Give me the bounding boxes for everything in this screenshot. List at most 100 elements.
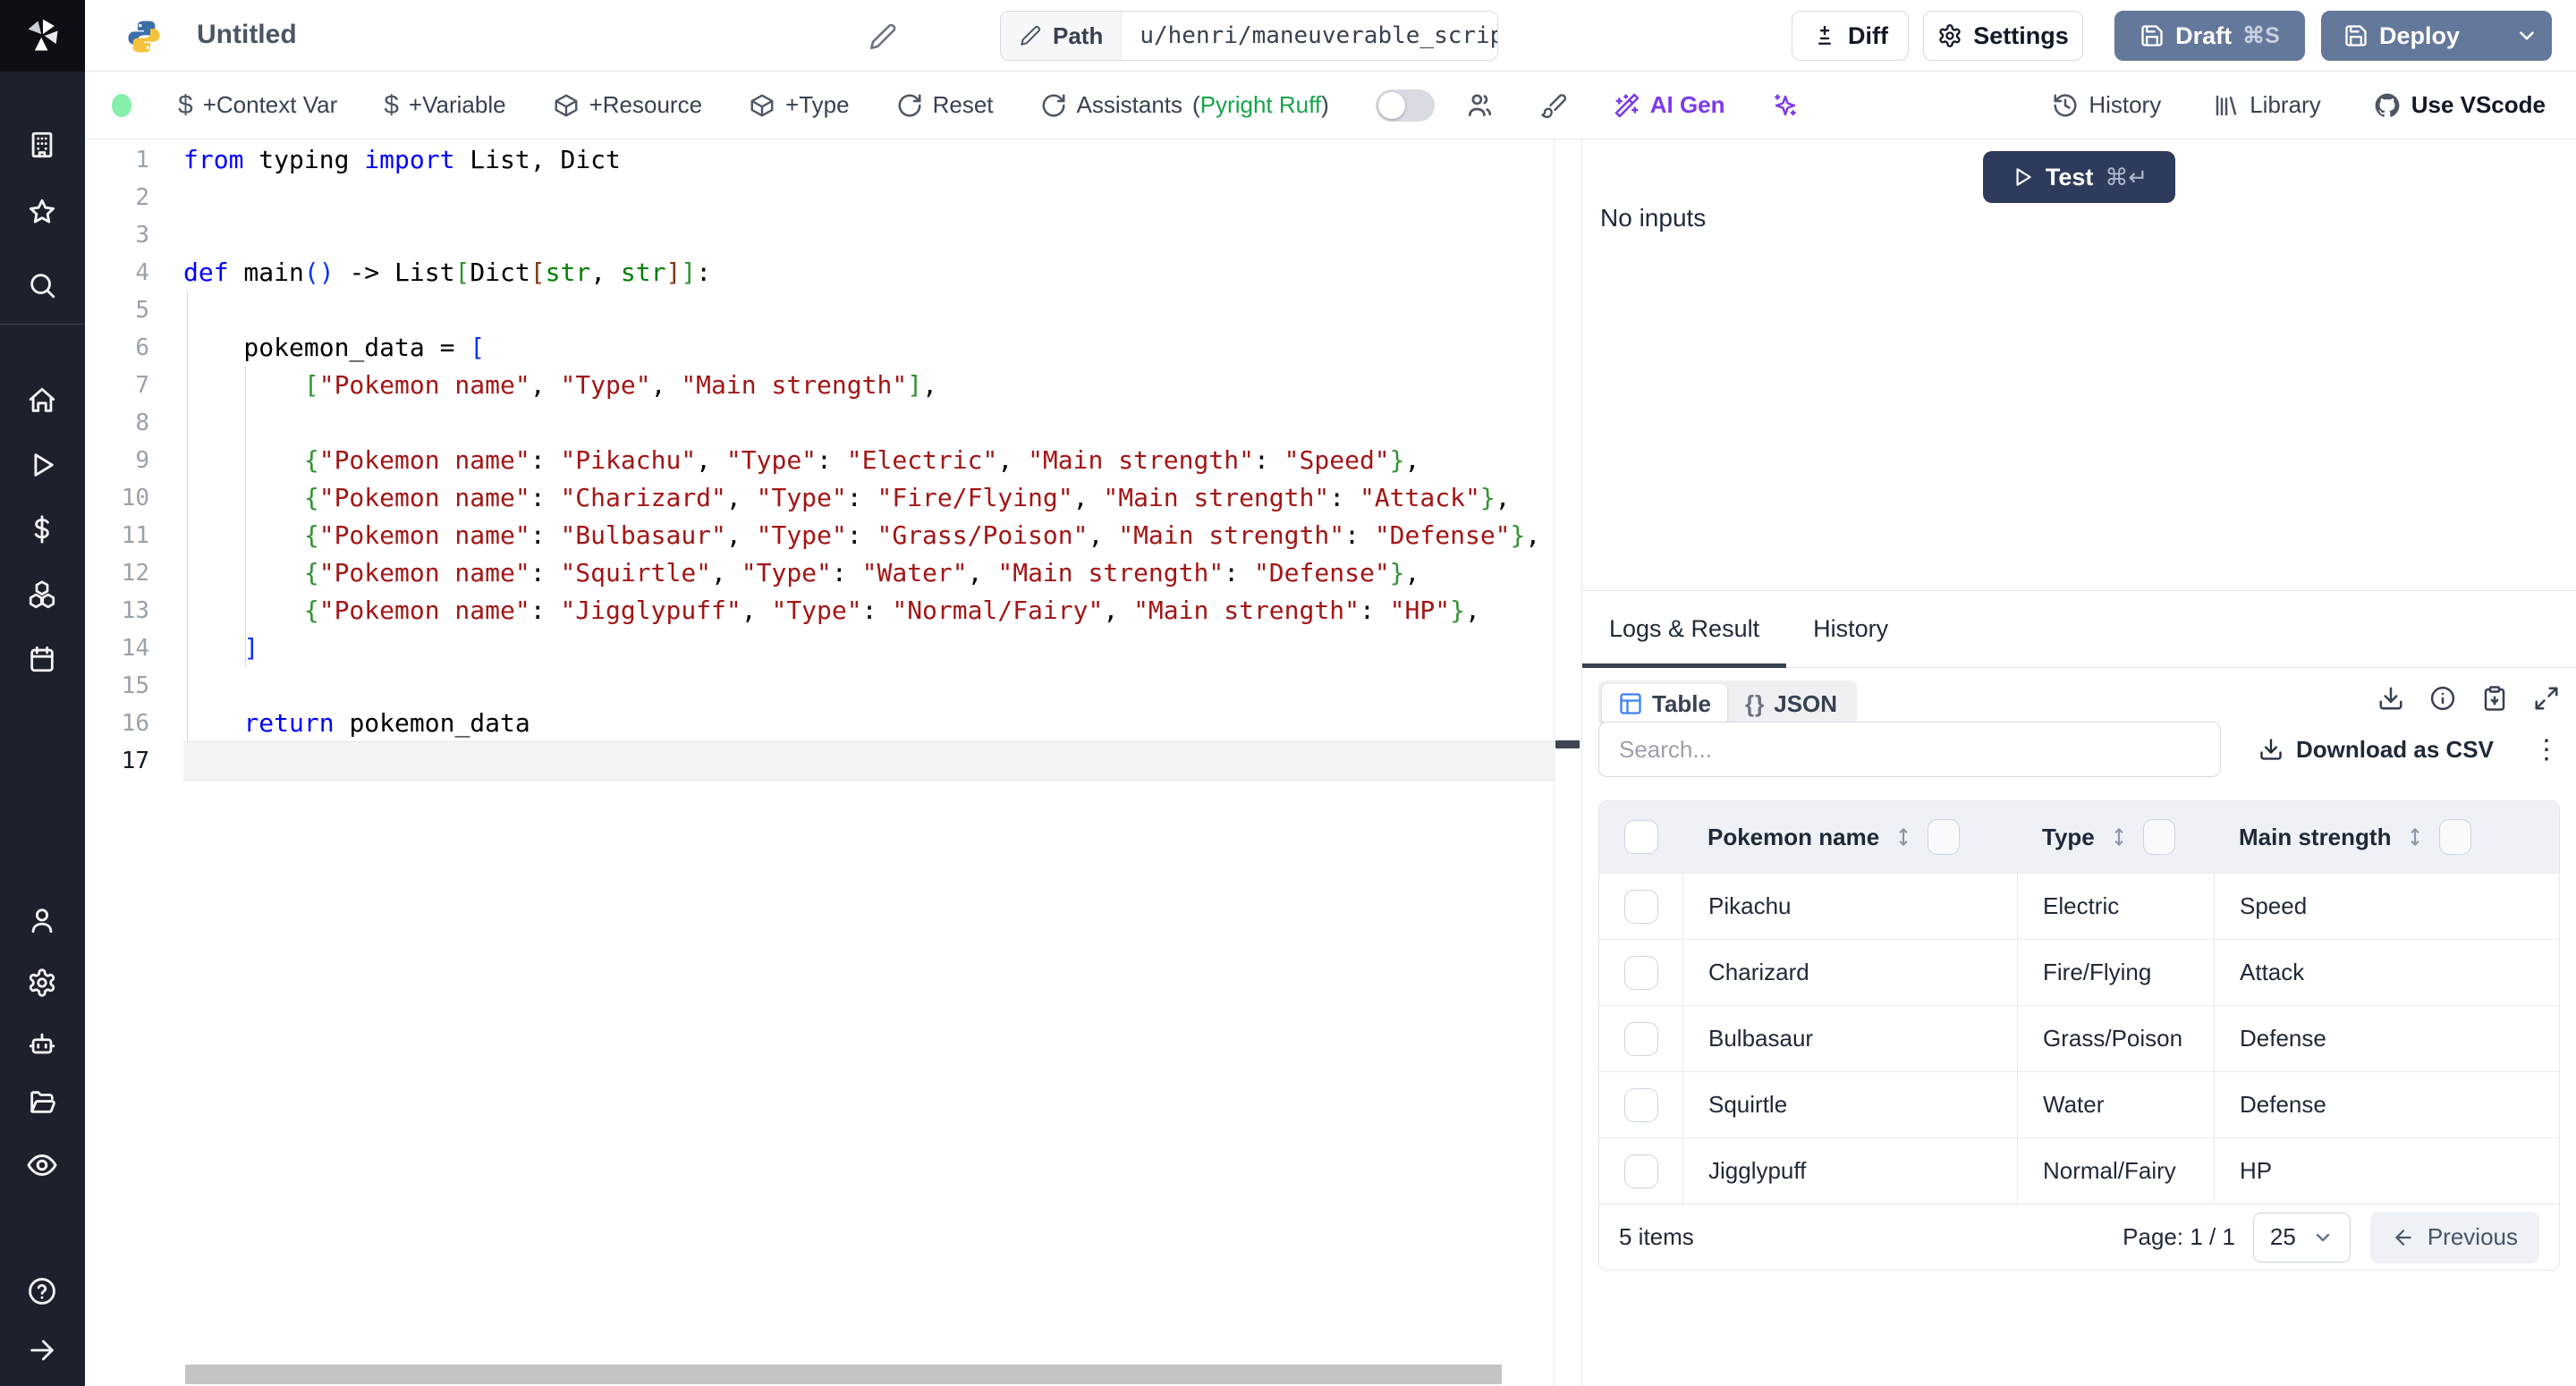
audit-eye-icon[interactable] <box>21 1144 64 1187</box>
tab-history[interactable]: History <box>1786 591 1915 667</box>
deploy-button[interactable]: Deploy <box>2321 11 2552 61</box>
home-icon[interactable] <box>21 379 64 422</box>
sort-icon[interactable] <box>2107 824 2131 850</box>
table-body: PikachuElectricSpeedCharizardFire/Flying… <box>1599 873 2559 1204</box>
table-row[interactable]: BulbasaurGrass/PoisonDefense <box>1599 1005 2559 1071</box>
info-icon[interactable] <box>2429 685 2456 712</box>
row-checkbox[interactable] <box>1624 1154 1658 1188</box>
code-line[interactable]: 12 {"Pokemon name": "Squirtle", "Type": … <box>85 554 1554 592</box>
splitter-drag-handle[interactable] <box>1555 740 1580 748</box>
row-checkbox[interactable] <box>1624 956 1658 990</box>
add-type-button[interactable]: +Type <box>749 91 850 119</box>
code-line[interactable]: 1from typing import List, Dict <box>85 141 1554 179</box>
more-options-kebab-icon[interactable]: ⋮ <box>2533 734 2560 765</box>
folders-icon[interactable] <box>21 1081 64 1124</box>
row-checkbox[interactable] <box>1624 1088 1658 1122</box>
download-icon[interactable] <box>2377 685 2404 712</box>
code-line[interactable]: 6 pokemon_data = [ <box>85 329 1554 367</box>
column-filter-checkbox[interactable] <box>2143 819 2175 855</box>
code-line[interactable]: 13 {"Pokemon name": "Jigglypuff", "Type"… <box>85 592 1554 630</box>
table-cell: Squirtle <box>1682 1072 2017 1137</box>
path-value[interactable]: u/henri/maneuverable_script <box>1122 12 1498 60</box>
column-header-main-strength[interactable]: Main strength <box>2214 801 2559 873</box>
code-line[interactable]: 2 <box>85 179 1554 216</box>
edit-summary-pencil-icon[interactable] <box>868 21 898 52</box>
deploy-main[interactable]: Deploy <box>2322 12 2481 60</box>
horizontal-scrollbar[interactable] <box>185 1365 1502 1384</box>
sort-icon[interactable] <box>1892 824 1915 850</box>
table-row[interactable]: CharizardFire/FlyingAttack <box>1599 939 2559 1005</box>
code-editor[interactable]: 1from typing import List, Dict234def mai… <box>85 139 1554 1386</box>
view-json-button[interactable]: {} JSON <box>1729 684 1853 723</box>
tab-logs-result[interactable]: Logs & Result <box>1582 591 1786 667</box>
code-line[interactable]: 17 <box>85 742 1554 780</box>
windmill-logo[interactable] <box>0 0 85 72</box>
table-row[interactable]: JigglypuffNormal/FairyHP <box>1599 1137 2559 1204</box>
multiplayer-toggle[interactable] <box>1376 89 1435 122</box>
multiplayer-users-icon[interactable] <box>1465 91 1494 120</box>
sort-icon[interactable] <box>2403 824 2427 850</box>
use-vscode-button[interactable]: Use VScode <box>2373 91 2546 120</box>
line-number: 1 <box>85 141 183 179</box>
resources-cubes-icon[interactable] <box>21 573 64 616</box>
code-line[interactable]: 7 ["Pokemon name", "Type", "Main strengt… <box>85 367 1554 404</box>
help-icon[interactable] <box>21 1270 64 1313</box>
diff-button[interactable]: Diff <box>1792 11 1909 61</box>
code-line[interactable]: 3 <box>85 216 1554 254</box>
settings-gear-icon[interactable] <box>21 961 64 1004</box>
assistants-button[interactable]: Assistants (Pyright Ruff) <box>1040 91 1329 119</box>
code-line[interactable]: 11 {"Pokemon name": "Bulbasaur", "Type":… <box>85 517 1554 554</box>
user-icon[interactable] <box>21 899 64 942</box>
line-number: 5 <box>85 292 183 329</box>
download-csv-button[interactable]: Download as CSV <box>2258 736 2494 764</box>
code-line[interactable]: 9 {"Pokemon name": "Pikachu", "Type": "E… <box>85 442 1554 479</box>
schedules-calendar-icon[interactable] <box>21 638 64 680</box>
add-variable-button[interactable]: $ +Variable <box>384 90 505 121</box>
previous-page-button[interactable]: Previous <box>2370 1212 2539 1263</box>
favorites-star-icon[interactable] <box>21 190 64 233</box>
reset-button[interactable]: Reset <box>896 91 994 119</box>
clipboard-copy-icon[interactable] <box>2481 685 2508 712</box>
code-line[interactable]: 8 <box>85 404 1554 442</box>
expand-icon[interactable] <box>2533 685 2560 712</box>
history-button[interactable]: History <box>2052 91 2161 119</box>
deploy-more-button[interactable] <box>2503 12 2551 60</box>
add-context-var-button[interactable]: $ +Context Var <box>178 90 337 121</box>
code-line[interactable]: 14 ] <box>85 630 1554 667</box>
add-resource-button[interactable]: +Resource <box>553 91 702 119</box>
library-button[interactable]: Library <box>2213 91 2320 119</box>
variables-dollar-icon[interactable] <box>21 508 64 551</box>
code-line[interactable]: 5 <box>85 292 1554 329</box>
search-icon[interactable] <box>21 264 64 307</box>
settings-button[interactable]: Settings <box>1923 11 2083 61</box>
previous-label: Previous <box>2428 1223 2518 1251</box>
draft-button[interactable]: Draft ⌘S <box>2114 11 2305 61</box>
column-header-pokemon-name[interactable]: Pokemon name <box>1682 801 2017 873</box>
table-row[interactable]: PikachuElectricSpeed <box>1599 873 2559 939</box>
column-filter-checkbox[interactable] <box>2439 819 2471 855</box>
search-input[interactable] <box>1598 722 2221 777</box>
panel-resize-splitter[interactable] <box>1554 139 1581 1386</box>
page-size-select[interactable]: 25 <box>2253 1213 2351 1263</box>
view-table-button[interactable]: Table <box>1602 684 1727 723</box>
code-line[interactable]: 10 {"Pokemon name": "Charizard", "Type":… <box>85 479 1554 517</box>
row-checkbox[interactable] <box>1624 890 1658 924</box>
column-header-type[interactable]: Type <box>2017 801 2214 873</box>
format-brush-icon[interactable] <box>1540 92 1567 119</box>
runs-play-icon[interactable] <box>21 444 64 486</box>
test-run-button[interactable]: Test ⌘↵ <box>1983 151 2175 203</box>
code-text: {"Pokemon name": "Bulbasaur", "Type": "G… <box>183 517 1554 554</box>
row-checkbox[interactable] <box>1624 1022 1658 1056</box>
code-line[interactable]: 16 return pokemon_data <box>85 705 1554 742</box>
code-line[interactable]: 4def main() -> List[Dict[str, str]]: <box>85 254 1554 292</box>
column-filter-checkbox[interactable] <box>1928 819 1960 855</box>
workspace-icon[interactable] <box>21 123 64 166</box>
script-path-field[interactable]: Path u/henri/maneuverable_script <box>1000 11 1498 61</box>
select-all-checkbox[interactable] <box>1624 820 1658 854</box>
ai-gen-button[interactable]: AI Gen <box>1614 91 1725 119</box>
expand-sidebar-arrow-icon[interactable] <box>21 1329 64 1372</box>
table-row[interactable]: SquirtleWaterDefense <box>1599 1071 2559 1137</box>
code-line[interactable]: 15 <box>85 667 1554 705</box>
ai-sparkles-icon[interactable] <box>1772 92 1799 119</box>
workers-robot-icon[interactable] <box>21 1022 64 1065</box>
